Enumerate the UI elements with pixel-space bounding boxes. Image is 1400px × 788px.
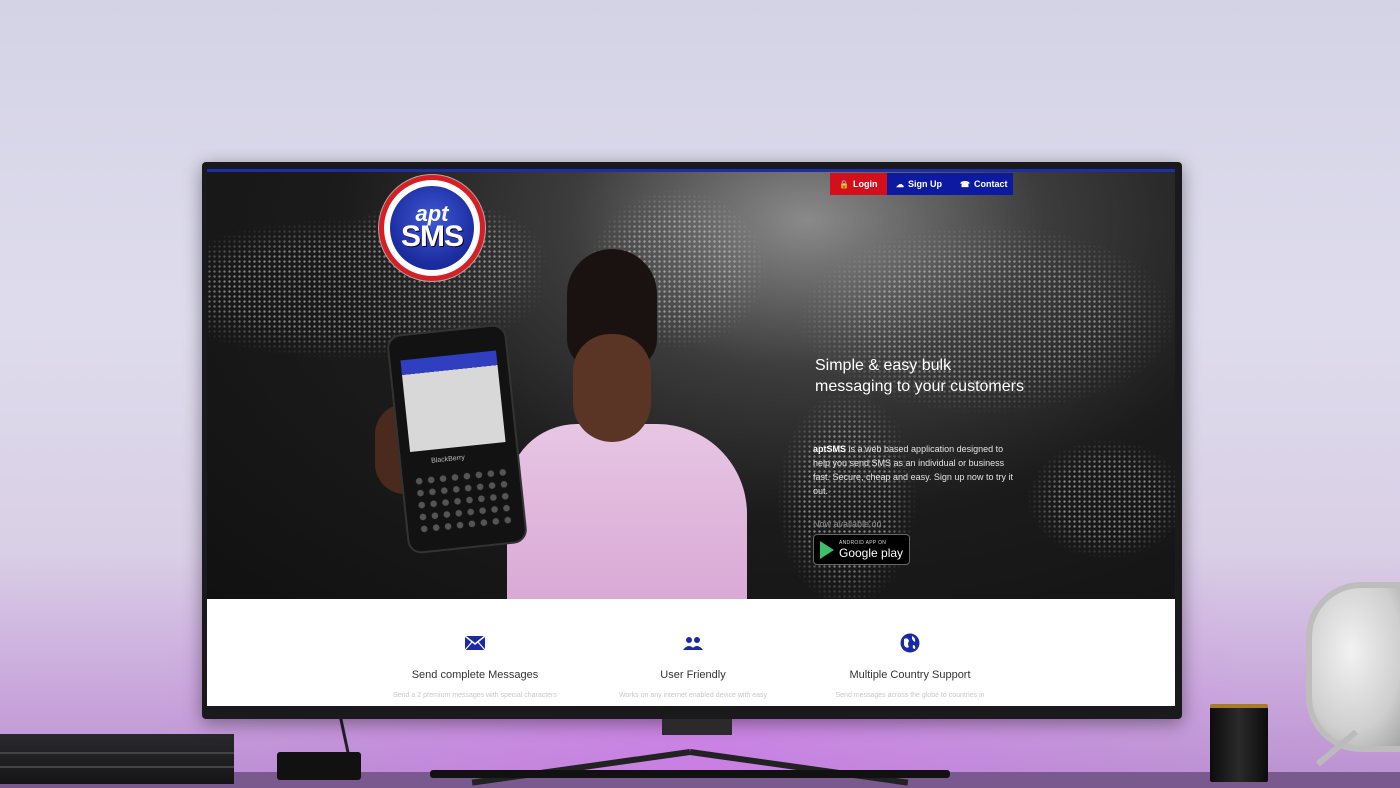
envelope-icon bbox=[375, 633, 575, 653]
feature-send-messages: Send complete Messages Send a 2 premium … bbox=[375, 633, 575, 699]
hero-headline: Simple & easy bulk messaging to your cus… bbox=[815, 357, 1024, 395]
globe-icon bbox=[810, 633, 1010, 653]
lock-icon: 🔒 bbox=[839, 179, 849, 189]
available-on-label: Now available on bbox=[813, 519, 882, 529]
console-vent bbox=[0, 752, 234, 754]
hero-section: apt SMS 🔒 Login ☁ Sign Up ☎ Contact Blac… bbox=[207, 169, 1175, 599]
phone-brand-label: BlackBerry bbox=[430, 454, 466, 465]
feature-text: Works on any internet enabled device wit… bbox=[618, 692, 768, 699]
contact-button[interactable]: ☎ Contact bbox=[951, 173, 1013, 195]
tv-stand-neck bbox=[662, 719, 732, 735]
top-accent-bar bbox=[207, 169, 1175, 172]
google-play-badge[interactable]: ANDROID APP ON Google play bbox=[813, 534, 910, 565]
feature-user-friendly: User Friendly Works on any internet enab… bbox=[593, 633, 793, 699]
top-nav: 🔒 Login ☁ Sign Up ☎ Contact bbox=[830, 173, 1013, 195]
google-play-text: ANDROID APP ON Google play bbox=[839, 540, 903, 560]
aptsms-logo[interactable]: apt SMS bbox=[379, 175, 485, 281]
game-console bbox=[0, 734, 234, 784]
hero-photo bbox=[507, 249, 747, 599]
set-top-box bbox=[277, 752, 361, 780]
signup-label: Sign Up bbox=[908, 179, 942, 189]
hero-brand-name: aptSMS bbox=[813, 444, 847, 454]
logo-badge: apt SMS bbox=[390, 186, 474, 270]
phone-icon: ☎ bbox=[960, 179, 970, 189]
photo-face bbox=[573, 334, 651, 442]
candle-jar bbox=[1210, 704, 1268, 782]
speaker bbox=[1306, 582, 1400, 752]
feature-text: Send a 2 premium messages with special c… bbox=[393, 692, 557, 699]
console-vent bbox=[0, 766, 234, 768]
phone-image: BlackBerry bbox=[385, 323, 529, 555]
google-play-label: Google play bbox=[839, 545, 904, 560]
tv-screen: apt SMS 🔒 Login ☁ Sign Up ☎ Contact Blac… bbox=[207, 169, 1175, 706]
signup-button[interactable]: ☁ Sign Up bbox=[887, 173, 951, 195]
tv-stand-base bbox=[430, 770, 950, 778]
feature-title: User Friendly bbox=[660, 669, 726, 681]
feature-title: Send complete Messages bbox=[411, 669, 539, 681]
phone-screen bbox=[400, 350, 506, 452]
phone-keyboard bbox=[412, 465, 515, 534]
photo-blouse bbox=[507, 424, 747, 599]
features-section: Send complete Messages Send a 2 premium … bbox=[207, 599, 1175, 706]
feature-title: Multiple Country Support bbox=[849, 669, 971, 681]
logo-text-sms: SMS bbox=[400, 220, 464, 253]
hero-description: aptSMS is a web based application design… bbox=[813, 442, 1019, 498]
users-icon bbox=[593, 633, 793, 653]
cloud-icon: ☁ bbox=[896, 179, 904, 189]
login-label: Login bbox=[852, 179, 878, 189]
google-play-icon bbox=[820, 540, 834, 559]
feature-multiple-country: Multiple Country Support Send messages a… bbox=[810, 633, 1010, 699]
login-button[interactable]: 🔒 Login bbox=[830, 173, 887, 195]
feature-text: Send messages across the globe to countr… bbox=[835, 692, 985, 699]
contact-label: Contact bbox=[973, 179, 1008, 189]
